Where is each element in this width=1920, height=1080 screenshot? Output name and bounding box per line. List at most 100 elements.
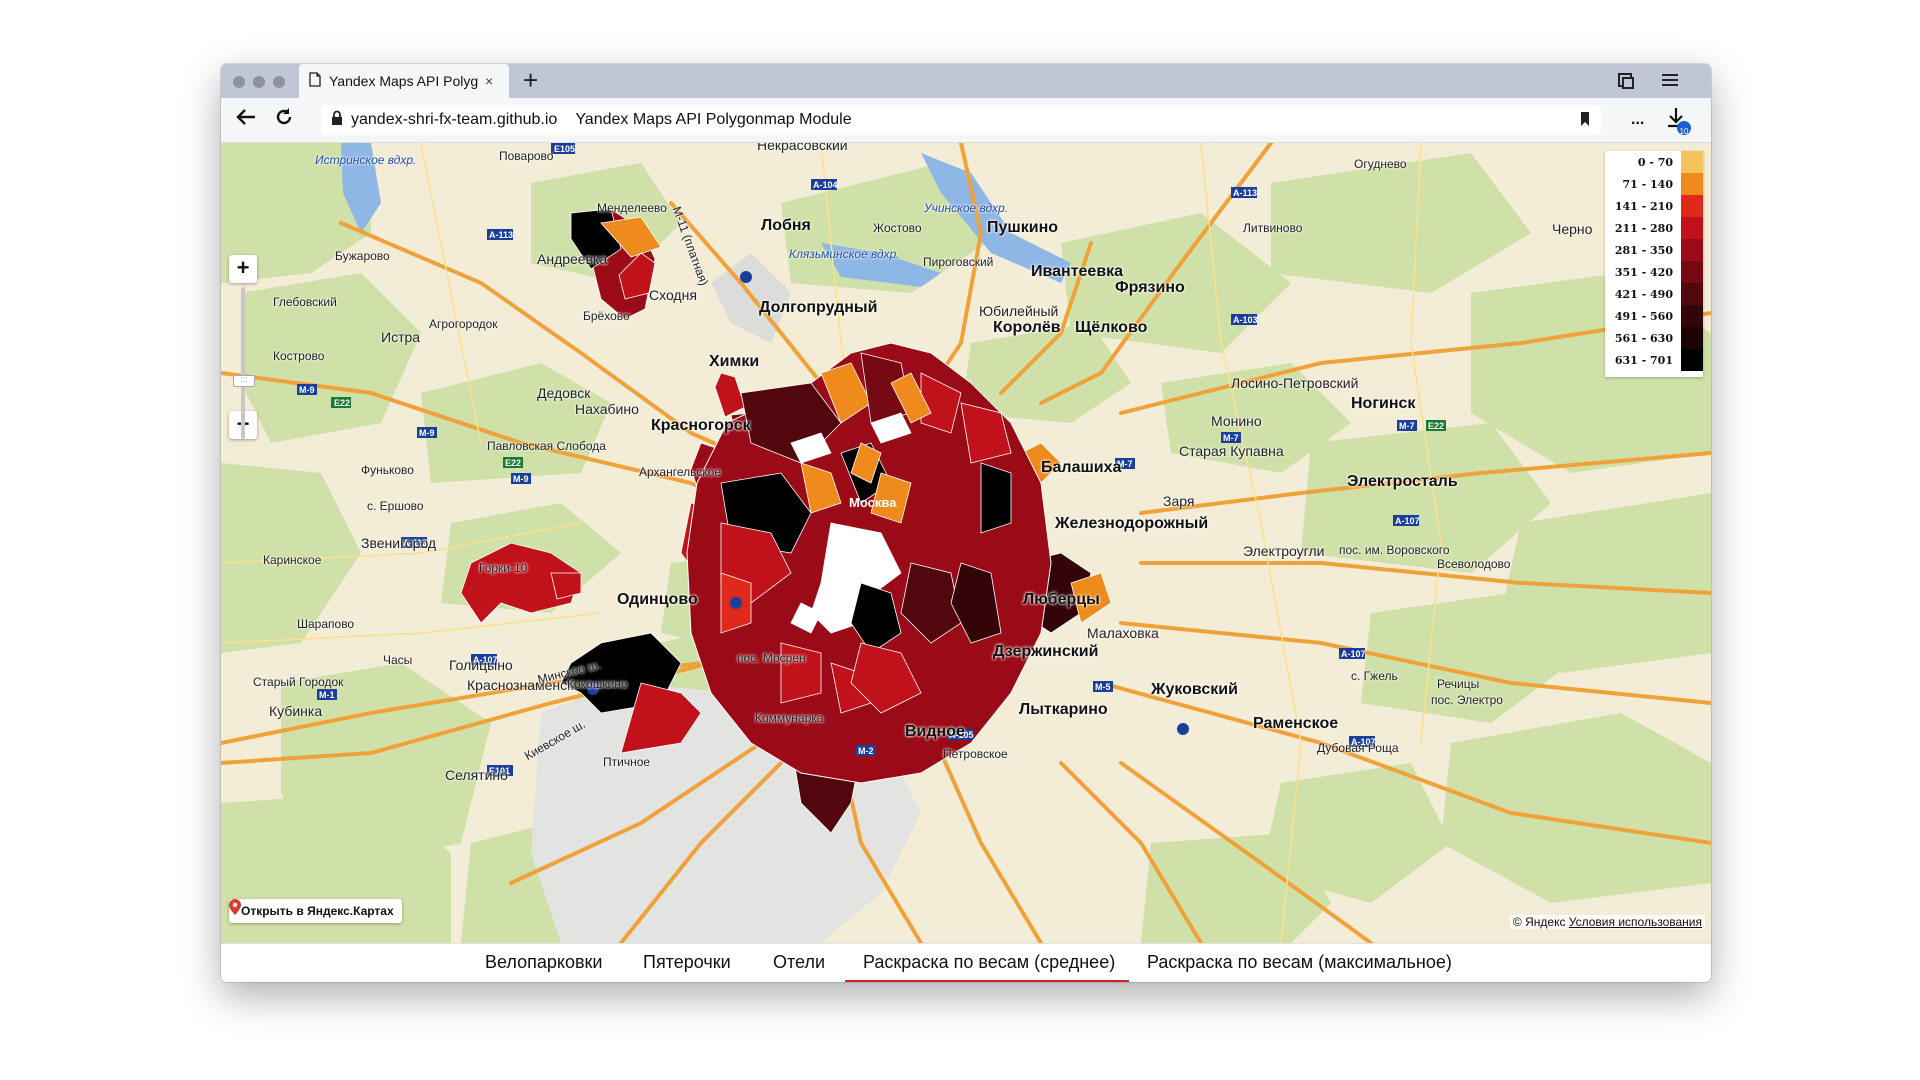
map-label: Щёлково (1075, 319, 1148, 336)
url-domain: yandex-shri-fx-team.github.io (351, 111, 558, 128)
tab-hotels[interactable]: Отели (773, 952, 825, 973)
lock-icon (331, 110, 343, 131)
svg-text:M-7: M-7 (1399, 421, 1415, 431)
terms-link[interactable]: Условия использования (1569, 915, 1702, 929)
svg-text:M-9: M-9 (419, 428, 435, 438)
legend-swatch (1681, 283, 1703, 305)
new-tab-button[interactable]: + (523, 65, 538, 95)
legend-label: 281 - 350 (1614, 243, 1673, 257)
map-label: Голицыно (449, 657, 513, 673)
map-label: Кубинка (269, 703, 323, 719)
map-label: Поварово (499, 149, 554, 163)
back-icon[interactable] (235, 106, 257, 135)
map-label: пос. Электро (1431, 693, 1503, 707)
tab-pyaterochki[interactable]: Пятерочки (643, 952, 731, 973)
legend-label: 561 - 630 (1614, 331, 1673, 345)
map-label: Старый Городок (253, 675, 344, 689)
map-label: Жуковский (1151, 681, 1238, 698)
legend-row: 491 - 560 (1605, 305, 1703, 327)
legend-row: 211 - 280 (1605, 217, 1703, 239)
address-bar[interactable]: yandex-shri-fx-team.github.io Yandex Map… (321, 105, 1601, 135)
zoom-slider-handle[interactable]: ::: (233, 375, 255, 387)
map-label: Красногорск (651, 417, 751, 434)
window-maximize-dot[interactable] (273, 76, 285, 88)
map-label: Фрязино (1115, 279, 1185, 296)
copyright-text: © Яндекс (1512, 915, 1566, 929)
svg-text:A-107: A-107 (1395, 516, 1420, 526)
bookmark-icon[interactable] (1579, 111, 1591, 132)
map-label: Электроугли (1243, 543, 1325, 559)
more-button[interactable]: ... (1631, 106, 1644, 134)
map-label: Литвиново (1243, 221, 1303, 235)
zoom-slider-track[interactable]: ::: (233, 287, 255, 439)
window-minimize-dot[interactable] (253, 76, 265, 88)
tab-close-icon[interactable]: × (485, 73, 493, 89)
map-label: Шарапово (297, 617, 355, 631)
map-label: Истра (381, 329, 421, 345)
svg-text:A-103: A-103 (1233, 315, 1258, 325)
map-label: с. Ершово (367, 499, 424, 513)
hamburger-menu-icon[interactable] (1661, 71, 1679, 94)
map-label: с. Гжель (1351, 669, 1398, 683)
legend-label: 211 - 280 (1614, 221, 1673, 235)
map-label: Черно (1552, 221, 1593, 237)
active-tab-indicator (845, 980, 1129, 982)
browser-tab[interactable]: Yandex Maps API Polyg × (299, 64, 509, 98)
map-label: Бужарово (335, 249, 390, 263)
map-label: Балашиха (1041, 459, 1122, 476)
map-label: Огуднево (1354, 157, 1407, 171)
map-label: Павловская Слобода (487, 439, 606, 453)
map-label: Долгопрудный (759, 299, 878, 316)
map-label: Электросталь (1347, 473, 1458, 490)
map-label: Пушкино (987, 219, 1059, 236)
map-label: Часы (383, 653, 413, 667)
map-label: Речицы (1437, 677, 1480, 691)
reload-icon[interactable] (273, 106, 295, 135)
legend-label: 71 - 140 (1622, 177, 1674, 191)
map-label: Брёхово (583, 309, 630, 323)
map-label: Птичное (603, 755, 651, 769)
open-in-yandex-maps-button[interactable]: Открыть в Яндекс.Картах (229, 899, 402, 923)
map-label: Горки-10 (479, 561, 528, 575)
map-label: Кострово (273, 349, 325, 363)
tab-title: Yandex Maps API Polyg (329, 73, 479, 89)
browser-tab-bar: Yandex Maps API Polyg × + (221, 64, 1711, 98)
map-label: Некрасовский (757, 143, 848, 153)
svg-text:A-104: A-104 (813, 180, 838, 190)
legend-swatch (1681, 239, 1703, 261)
legend-row: 561 - 630 (1605, 327, 1703, 349)
legend-swatch (1681, 173, 1703, 195)
reader-view-icon[interactable] (1616, 71, 1636, 96)
map-label: Малаховка (1087, 625, 1159, 641)
open-in-yandex-label: Открыть в Яндекс.Картах (241, 904, 394, 918)
downloads-icon[interactable]: 10 (1666, 106, 1692, 143)
map-label: Дзержинский (993, 643, 1099, 660)
zoom-control: + ::: − (229, 255, 257, 439)
map-label: Пироговский (923, 255, 994, 269)
svg-text:A-113: A-113 (489, 230, 513, 240)
svg-text:E22: E22 (505, 458, 521, 468)
legend-label: 0 - 70 (1637, 155, 1673, 169)
legend-label: 631 - 701 (1614, 353, 1673, 367)
map-label: Селятино (445, 767, 508, 783)
tab-weights-average[interactable]: Раскраска по весам (среднее) (863, 952, 1115, 973)
svg-text:M-5: M-5 (1095, 682, 1111, 692)
map-area[interactable]: E105 A-104 A-113 A-113 A-103 M-9 E22 M-9… (221, 143, 1711, 943)
map-label: Каринское (263, 553, 322, 567)
tab-weights-max[interactable]: Раскраска по весам (максимальное) (1147, 952, 1452, 973)
layer-tabs: Велопарковки Пятерочки Отели Раскраска п… (221, 943, 1711, 982)
legend-row: 0 - 70 (1605, 151, 1703, 173)
map-label: Лобня (761, 217, 811, 234)
document-icon (309, 72, 321, 90)
tab-velo-parking[interactable]: Велопарковки (485, 952, 602, 973)
legend-label: 141 - 210 (1614, 199, 1673, 213)
window-close-dot[interactable] (233, 76, 245, 88)
map-label: Москва (849, 495, 897, 510)
map-label: Юбилейный (979, 303, 1059, 319)
legend-label: 491 - 560 (1614, 309, 1673, 323)
map-label: Агрогородок (429, 317, 498, 331)
zoom-in-button[interactable]: + (229, 255, 257, 283)
map-label: Королёв (993, 319, 1061, 336)
browser-window: Yandex Maps API Polyg × + yandex-shri-fx… (221, 64, 1711, 982)
map-label: Архангельское (639, 465, 722, 479)
